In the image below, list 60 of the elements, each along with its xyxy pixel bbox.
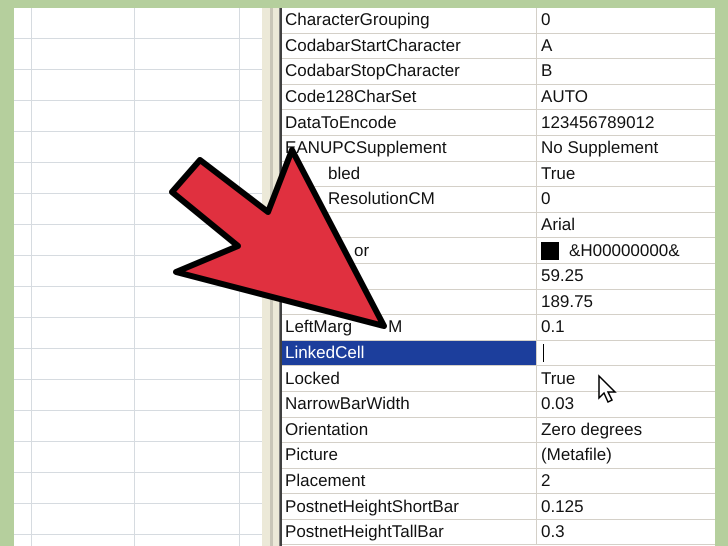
property-value: 0.03 [541, 394, 574, 414]
property-value-cell[interactable]: &H00000000& [537, 238, 715, 263]
property-name: Placement [285, 470, 366, 491]
property-name: Code128CharSet [285, 87, 416, 108]
property-value-cell[interactable]: 189.75 [537, 290, 715, 314]
property-name: PostnetHeightShortBar [285, 496, 459, 517]
property-value: True [541, 368, 576, 389]
property-value: Zero degrees [541, 420, 642, 440]
property-value: 59.25 [541, 266, 584, 286]
property-name: CharacterGrouping [285, 10, 430, 30]
property-value: Arial [541, 215, 576, 236]
property-value-cell[interactable]: 2 [537, 468, 715, 494]
property-value: (Metafile) [541, 445, 612, 466]
property-value-cell[interactable]: True [537, 162, 715, 186]
property-name: LeftMarg [285, 317, 352, 338]
property-value: 0.125 [541, 496, 584, 517]
property-name: PostnetHeightTallBar [285, 522, 444, 542]
property-value: &H00000000& [569, 240, 680, 261]
property-value-cell[interactable]: True [537, 366, 715, 391]
property-value-cell[interactable]: No Supplement [537, 136, 715, 161]
property-value: 2 [541, 470, 550, 491]
property-value: 0 [541, 189, 550, 210]
property-name-cell[interactable]: LinkedCell [282, 340, 537, 366]
property-value-cell[interactable]: Zero degrees [537, 418, 715, 442]
property-value: True [541, 164, 576, 184]
property-name: LinkedCell [285, 343, 364, 364]
text-cursor [543, 344, 544, 362]
property-value-cell[interactable]: 0.125 [537, 494, 715, 519]
property-value: B [541, 61, 552, 82]
property-value-cell[interactable]: 0 [537, 187, 715, 212]
property-name: M [388, 317, 402, 338]
property-value-cell[interactable]: Arial [537, 212, 715, 238]
property-value: 123456789012 [541, 112, 654, 133]
property-value-cell[interactable]: B [537, 59, 715, 84]
property-name: CodabarStopCharacter [285, 61, 460, 82]
property-name: Locked [285, 368, 340, 389]
property-name: or [354, 240, 370, 261]
property-name: NarrowBarWidth [285, 394, 410, 414]
property-value: AUTO [541, 87, 588, 108]
property-value: 0.1 [541, 317, 565, 338]
property-value: No Supplement [541, 138, 658, 158]
property-name: Orientation [285, 420, 368, 440]
property-value-cell[interactable]: A [537, 34, 715, 58]
property-name: Picture [285, 445, 338, 466]
property-value: A [541, 36, 552, 56]
property-value: 189.75 [541, 292, 593, 312]
property-value: 0 [541, 10, 550, 30]
property-name: DataToEncode [285, 112, 397, 133]
property-value: 0.3 [541, 522, 565, 542]
property-name: ResolutionCM [328, 189, 435, 210]
property-value-cell[interactable]: 0 [537, 8, 715, 33]
property-name: CodabarStartCharacter [285, 36, 461, 56]
property-value-cell[interactable]: AUTO [537, 84, 715, 110]
property-value-cell[interactable]: (Metafile) [537, 443, 715, 468]
property-value-cell[interactable]: 123456789012 [537, 110, 715, 135]
property-value-cell[interactable]: 0.3 [537, 520, 715, 544]
property-value-cell[interactable]: 0.03 [537, 392, 715, 416]
property-value-cell[interactable]: 59.25 [537, 264, 715, 289]
property-name: bled [328, 164, 360, 184]
property-value-cell[interactable]: 0.1 [537, 315, 715, 340]
